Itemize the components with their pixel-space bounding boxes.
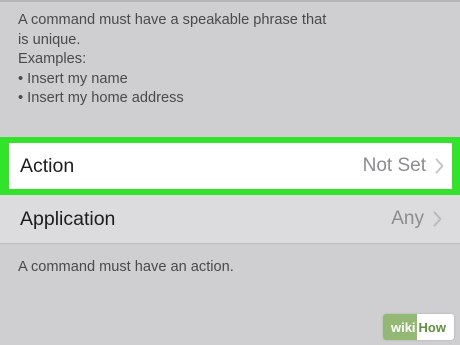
hint-line: A command must have a speakable phrase t…	[18, 12, 327, 28]
action-required-hint: A command must have an action.	[18, 259, 234, 275]
wikihow-watermark: wiki How	[382, 314, 454, 340]
top-divider	[0, 0, 460, 2]
action-label: Action	[20, 154, 75, 177]
application-row[interactable]: Application Any	[0, 195, 460, 244]
watermark-wiki: wiki	[382, 314, 417, 340]
chevron-right-icon	[435, 158, 444, 174]
watermark-how: How	[416, 314, 454, 340]
application-label: Application	[20, 207, 116, 230]
action-value-group: Not Set	[363, 155, 444, 177]
hint-line: • Insert my home address	[18, 90, 184, 106]
hint-line: is unique.	[18, 31, 81, 48]
hint-line: • Insert my name	[18, 70, 128, 87]
chevron-right-icon	[433, 211, 442, 227]
action-value: Not Set	[362, 155, 426, 176]
application-value: Any	[391, 208, 424, 229]
speakable-phrase-hint: A command must have a speakable phrase t…	[18, 11, 438, 109]
hint-line: Examples:	[18, 51, 87, 67]
application-value-group: Any	[391, 208, 442, 230]
action-row[interactable]: Action Not Set	[9, 143, 452, 189]
